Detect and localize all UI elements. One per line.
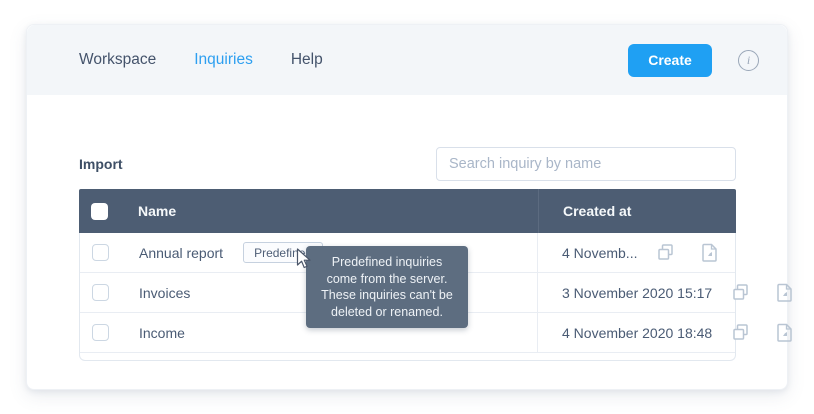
row-icons	[730, 323, 794, 343]
row-created-label: 4 Novemb...	[562, 245, 637, 261]
row-icons	[730, 283, 794, 303]
row-created-label: 4 November 2020 18:48	[562, 325, 712, 341]
nav-items: Workspace Inquiries Help	[79, 51, 323, 69]
nav-item-inquiries[interactable]: Inquiries	[194, 51, 253, 69]
app-card: Workspace Inquiries Help Create i Import…	[26, 24, 788, 390]
create-button[interactable]: Create	[628, 44, 712, 77]
row-created-label: 3 November 2020 15:17	[562, 285, 712, 301]
table-header-name: Name	[79, 203, 538, 220]
table-header-row: Name Created at	[79, 189, 736, 233]
import-section-label: Import	[79, 156, 123, 181]
file-import-icon[interactable]	[774, 323, 794, 343]
row-created-cell: 3 November 2020 15:17	[537, 273, 735, 312]
copy-icon[interactable]	[655, 243, 675, 263]
nav-item-help[interactable]: Help	[291, 51, 323, 69]
table-header-created: Created at	[538, 189, 736, 233]
nav-item-workspace[interactable]: Workspace	[79, 51, 156, 69]
top-nav: Workspace Inquiries Help Create i	[27, 25, 787, 95]
row-name-label: Invoices	[139, 285, 190, 301]
row-created-cell: 4 November 2020 18:48	[537, 313, 735, 352]
select-all-checkbox[interactable]	[91, 203, 108, 220]
file-import-icon[interactable]	[774, 283, 794, 303]
copy-icon[interactable]	[730, 323, 750, 343]
copy-icon[interactable]	[730, 283, 750, 303]
info-icon[interactable]: i	[738, 50, 759, 71]
search-input[interactable]	[436, 147, 736, 181]
row-checkbox[interactable]	[92, 324, 109, 341]
column-header-name: Name	[138, 203, 176, 219]
file-import-icon[interactable]	[699, 243, 719, 263]
predefined-tooltip: Predefined inquiries come from the serve…	[306, 246, 468, 328]
column-header-created-at: Created at	[563, 203, 631, 219]
row-checkbox[interactable]	[92, 284, 109, 301]
row-created-cell: 4 Novemb...	[537, 233, 735, 272]
row-name-label: Annual report	[139, 245, 223, 261]
row-checkbox[interactable]	[92, 244, 109, 261]
row-name-label: Income	[139, 325, 185, 341]
row-icons	[655, 243, 719, 263]
toolbar: Import	[79, 147, 736, 181]
